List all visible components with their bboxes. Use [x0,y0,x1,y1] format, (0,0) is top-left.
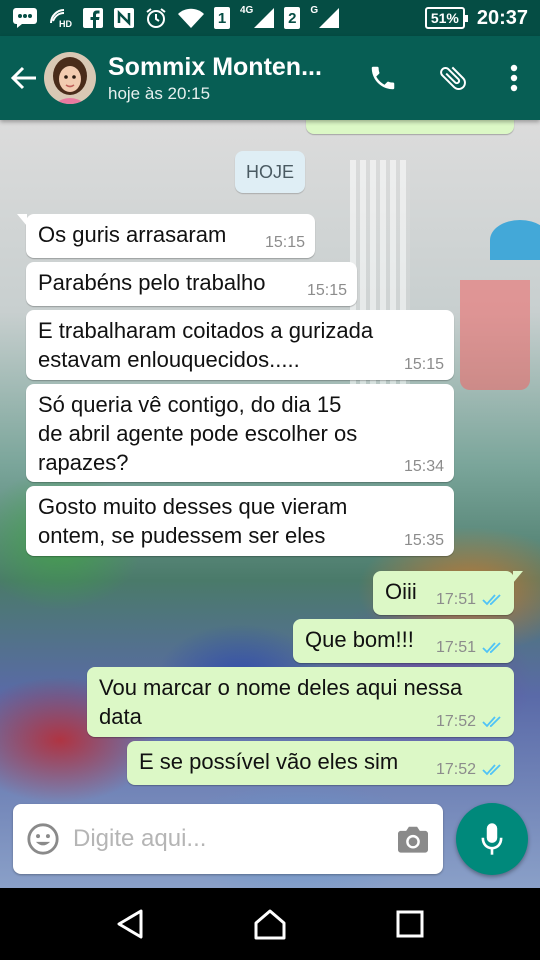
sim2-badge: 2 [284,7,301,29]
message-text: Gosto muito desses que vieram ontem, se … [38,494,348,548]
back-arrow-icon [10,66,36,90]
hd-call-icon: HD [47,7,73,29]
message-bubble-partial[interactable] [306,120,514,134]
network-type-label: 4G [240,4,254,16]
signal-sim1-icon: 4G [239,4,275,29]
phone-icon [371,66,395,90]
sim1-badge: 1 [214,7,230,29]
mic-icon [481,823,503,855]
status-bar: HD 1 4G 2 G 51% 20:37 [0,0,540,36]
composer-box [13,804,443,874]
emoji-button[interactable] [13,804,73,874]
message-bubble-outgoing[interactable]: Oiii 17:51 [373,571,523,615]
date-divider: HOJE [235,151,305,193]
nav-back-button[interactable] [90,888,170,960]
message-text: Parabéns pelo trabalho [38,270,266,295]
message-time: 15:35 [403,532,444,549]
alarm-icon [144,6,168,30]
nav-home-icon [254,909,286,940]
read-receipt-icon [482,642,501,654]
read-receipt-icon [482,716,501,728]
attach-icon [440,66,466,91]
message-notification-icon [12,7,38,29]
avatar[interactable] [44,52,96,104]
more-options-button[interactable] [488,48,540,108]
message-bubble-outgoing[interactable]: Que bom!!! 17:51 [293,619,514,663]
nav-recents-button[interactable] [370,888,450,960]
signal-sim2-icon: G [309,4,340,29]
message-bubble-incoming[interactable]: Os guris arrasaram 15:15 [17,214,315,258]
message-bubble-incoming[interactable]: E trabalharam coitados a gurizada estava… [26,310,454,380]
contact-info[interactable]: Sommix Monten... hoje às 20:15 [108,53,338,104]
clock: 20:37 [476,6,528,29]
attach-button[interactable] [418,48,488,108]
read-receipt-icon [482,594,501,606]
network-type-label: G [310,4,319,16]
message-time: 15:15 [264,234,305,251]
facebook-icon [82,7,104,29]
nav-back-icon [117,909,143,939]
chat-header: Sommix Monten... hoje às 20:15 [0,36,540,120]
last-seen-status: hoje às 20:15 [108,83,211,103]
message-bubble-outgoing[interactable]: Vou marcar o nome deles aqui nessa data … [87,667,514,737]
camera-button[interactable] [383,804,443,874]
message-time: 17:52 [435,761,476,778]
message-text: Os guris arrasaram [38,222,227,247]
wallpaper-detail [460,280,530,390]
message-text: Só queria vê contigo, do dia 15 de abril… [38,392,358,475]
back-button[interactable] [4,48,44,108]
contact-name: Sommix Monten... [108,52,322,81]
call-button[interactable] [348,48,418,108]
message-bubble-incoming[interactable]: Parabéns pelo trabalho 15:15 [26,262,357,306]
message-time: 17:51 [435,639,476,656]
nav-recents-icon [396,910,424,938]
nav-home-button[interactable] [230,888,310,960]
svg-text:HD: HD [59,19,72,29]
system-nav-bar [0,888,540,960]
message-text: E trabalharam coitados a gurizada estava… [38,318,374,372]
message-input[interactable] [73,819,383,859]
message-bubble-incoming[interactable]: Só queria vê contigo, do dia 15 de abril… [26,384,454,482]
wallpaper-detail [490,220,540,260]
chat-area[interactable]: HOJE Os guris arrasaram 15:15 Parabéns p… [0,120,540,888]
message-time: 15:15 [403,356,444,373]
nfc-icon [113,7,135,29]
read-receipt-icon [482,764,501,776]
voice-record-button[interactable] [456,803,528,875]
message-time: 15:15 [306,282,347,299]
camera-icon [398,826,428,853]
message-time: 17:52 [435,713,476,730]
emoji-icon [27,823,59,855]
more-vert-icon [510,64,518,92]
message-time: 17:51 [435,591,476,608]
message-bubble-outgoing[interactable]: E se possível vão eles sim 17:52 [127,741,514,785]
wifi-icon [177,7,205,29]
message-time: 15:34 [403,458,444,475]
message-bubble-incoming[interactable]: Gosto muito desses que vieram ontem, se … [26,486,454,556]
battery-indicator: 51% [424,7,468,29]
